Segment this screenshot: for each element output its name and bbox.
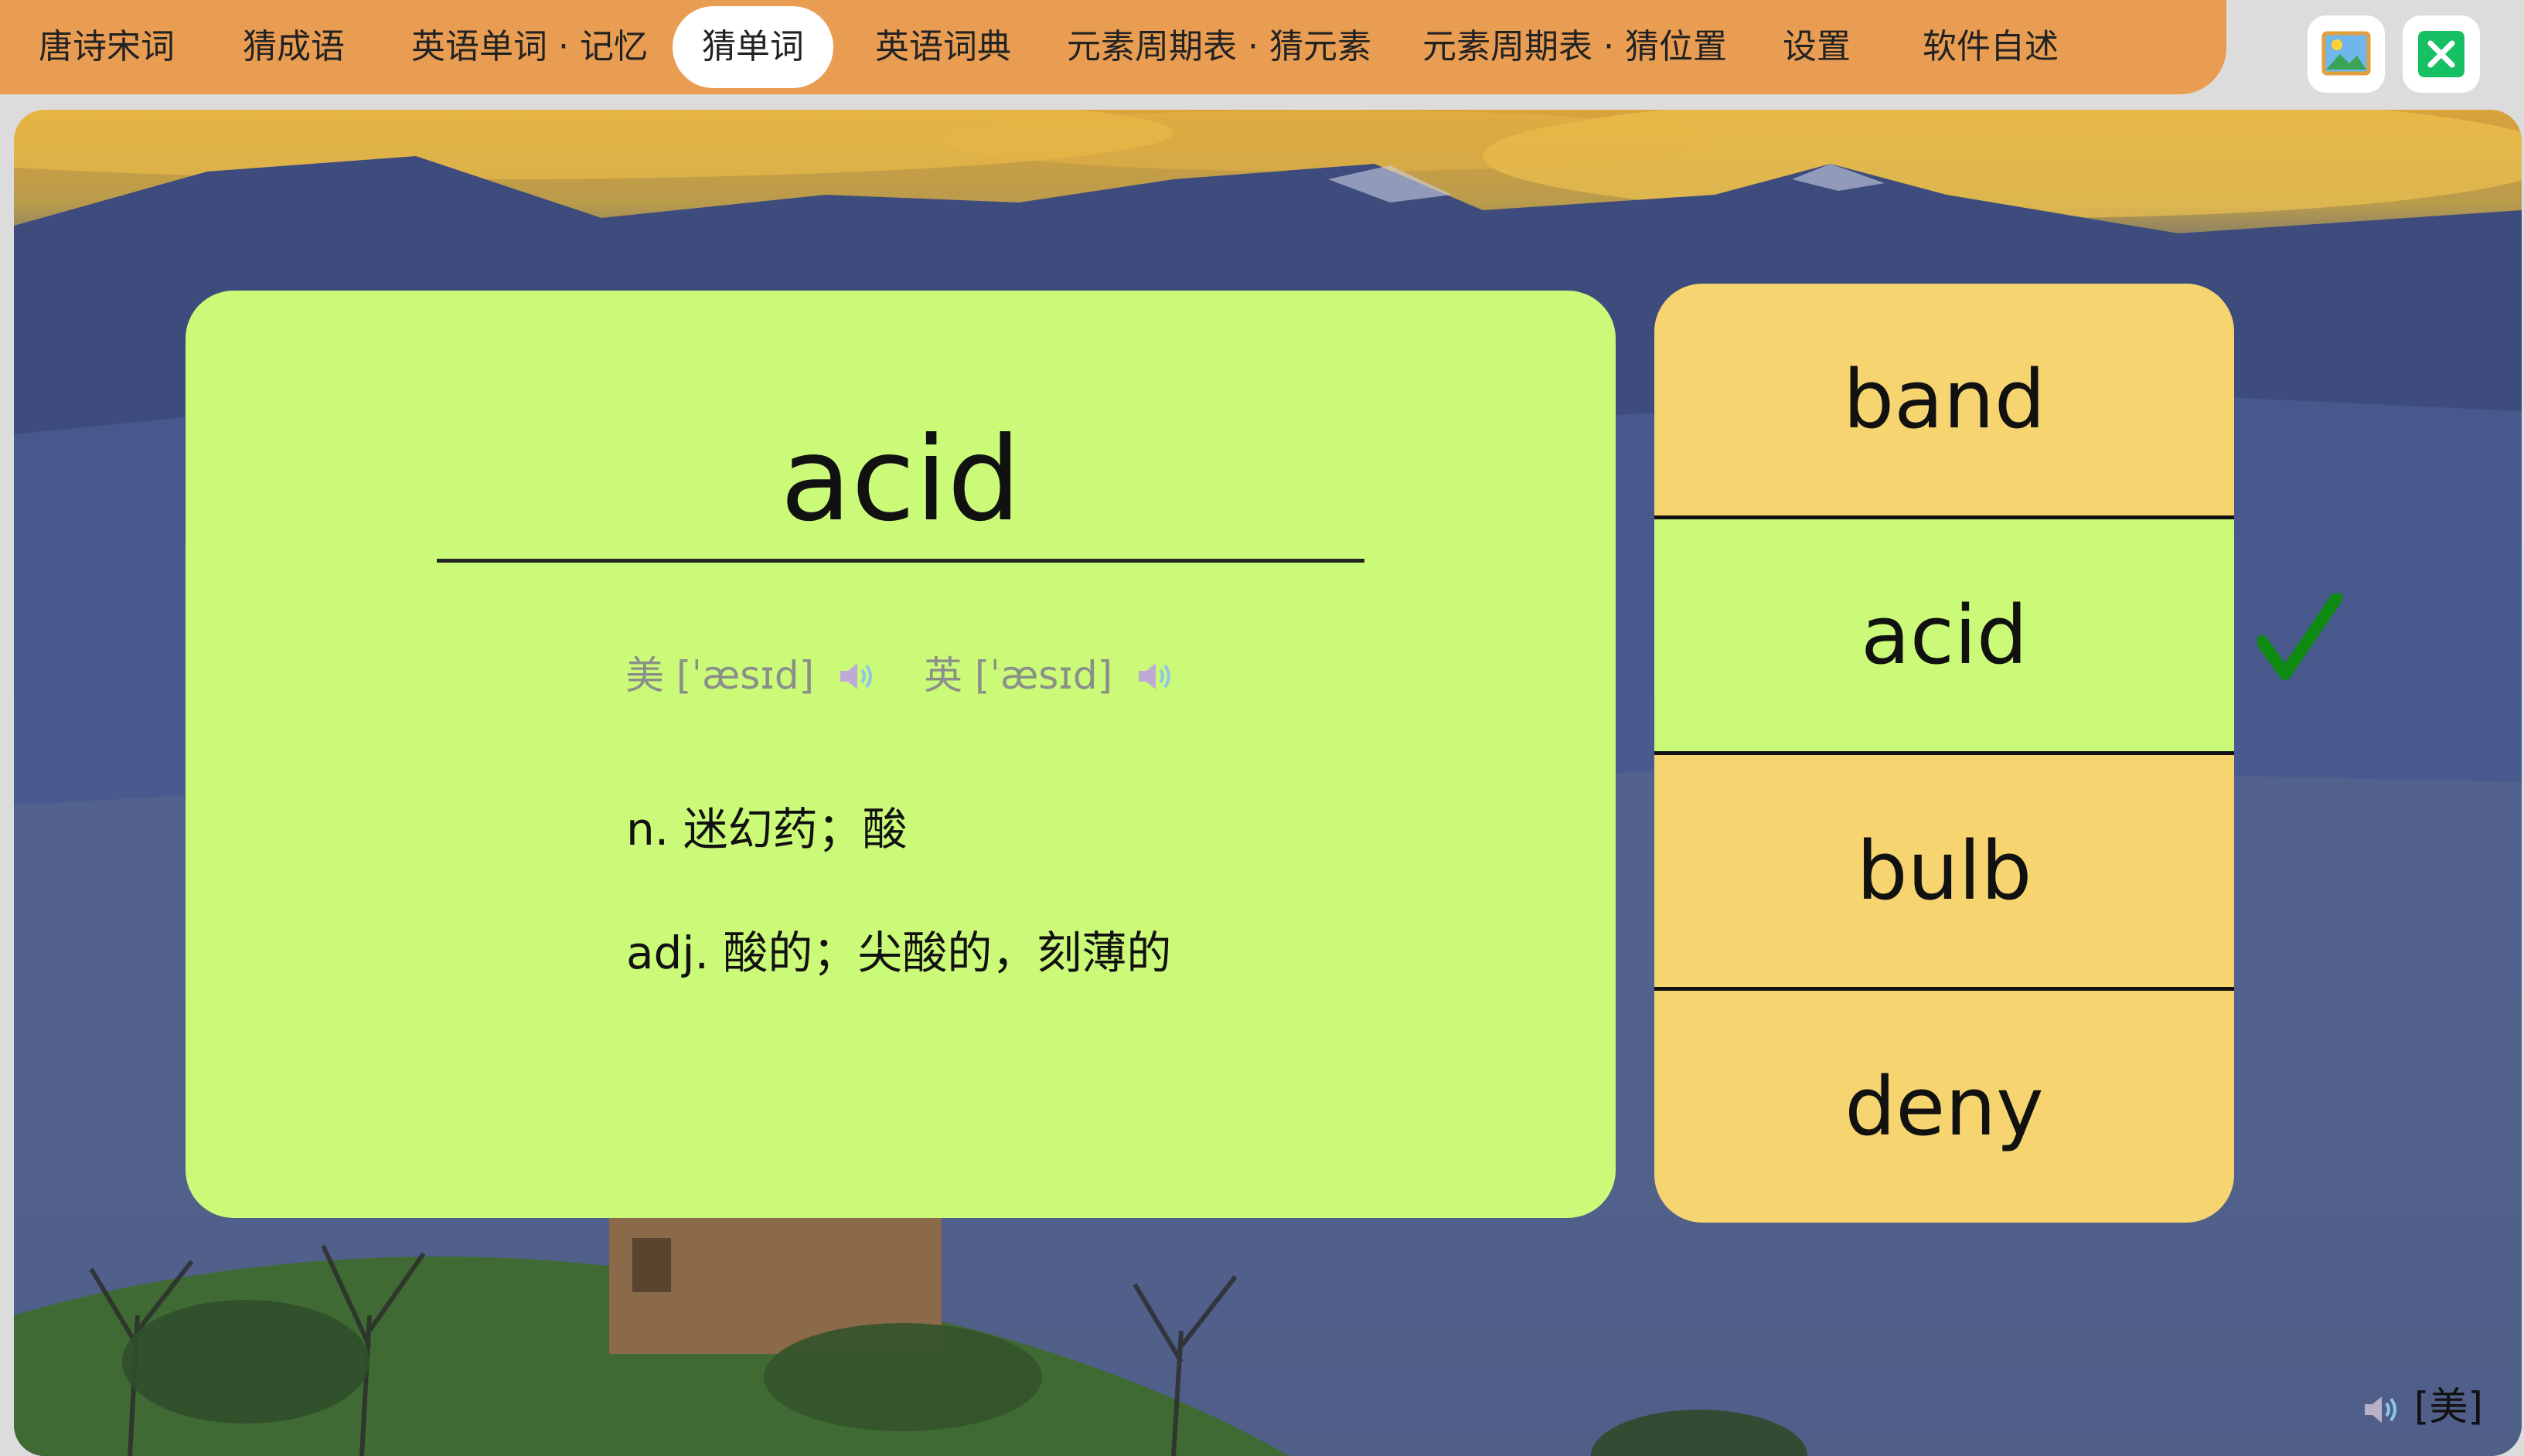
tab-bar: 唐诗宋词 猜成语 英语单词 · 记忆 猜单词 英语词典 元素周期表 · 猜元素 … — [0, 0, 2226, 94]
picture-icon — [2321, 31, 2371, 76]
definition-adjective: adj. 酸的；尖酸的，刻薄的 — [626, 927, 1172, 979]
close-icon — [2418, 31, 2464, 77]
uk-speaker-icon[interactable] — [1136, 656, 1176, 701]
us-pronunciation: 美 [ˈæsɪd] — [625, 645, 877, 701]
accent-toggle[interactable]: [美] — [2362, 1379, 2483, 1434]
uk-phonetic: [ˈæsɪd] — [974, 653, 1113, 698]
tab-tang-poems[interactable]: 唐诗宋词 — [29, 6, 184, 88]
word-title: acid — [780, 413, 1021, 547]
us-phonetic: [ˈæsɪd] — [676, 653, 815, 698]
tab-about[interactable]: 软件自述 — [1913, 6, 2068, 88]
accent-label: [美] — [2413, 1384, 2483, 1429]
speaker-icon — [2365, 1396, 2396, 1423]
tab-word-memory[interactable]: 英语单词 · 记忆 — [402, 6, 657, 88]
check-mark-icon — [2257, 594, 2342, 680]
option-1[interactable]: band — [1654, 284, 2234, 515]
tab-periodic-guess-element[interactable]: 元素周期表 · 猜元素 — [1067, 6, 1371, 88]
wallpaper-button[interactable] — [2308, 15, 2385, 93]
tab-guess-idiom[interactable]: 猜成语 — [232, 6, 356, 88]
tab-periodic-guess-position[interactable]: 元素周期表 · 猜位置 — [1422, 6, 1727, 88]
phonetics-row: 美 [ˈæsɪd] 英 [ˈæsɪd] — [186, 645, 1616, 701]
uk-pronunciation: 英 [ˈæsɪd] — [924, 645, 1176, 701]
definition-noun: n. 迷幻药；酸 — [626, 803, 908, 856]
word-underline — [437, 559, 1364, 563]
tab-guess-word[interactable]: 猜单词 — [673, 6, 833, 88]
option-4[interactable]: deny — [1654, 987, 2234, 1223]
word-card: acid 美 [ˈæsɪd] 英 [ˈæsɪd] n. 迷幻药；酸 adj. 酸… — [186, 291, 1616, 1218]
close-button[interactable] — [2403, 15, 2480, 93]
tab-dictionary[interactable]: 英语词典 — [866, 6, 1020, 88]
uk-label: 英 — [923, 653, 962, 698]
option-3[interactable]: bulb — [1654, 751, 2234, 987]
answer-options: band acid bulb deny — [1654, 284, 2234, 1223]
tab-settings[interactable]: 设置 — [1778, 6, 1855, 88]
us-label: 美 — [625, 653, 664, 698]
us-speaker-icon[interactable] — [837, 656, 877, 701]
option-2[interactable]: acid — [1654, 515, 2234, 751]
